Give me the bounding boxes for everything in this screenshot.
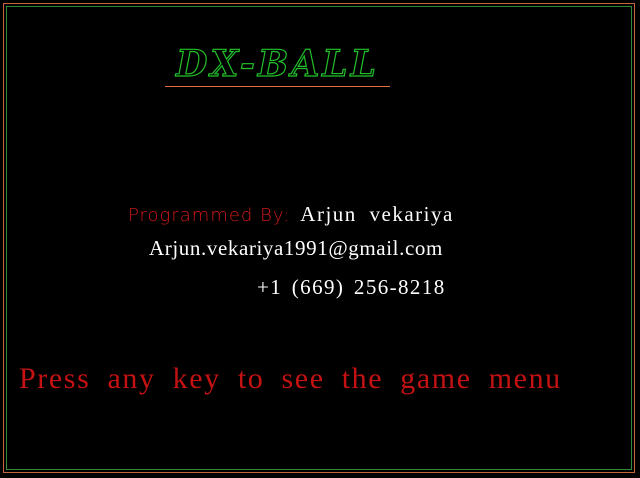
credit-row: Programmed By: Arjun vekariya [128, 202, 454, 230]
credit-label: Programmed By: [128, 205, 291, 226]
game-title: DX-BALL [175, 43, 379, 85]
author-email: Arjun.vekariya1991@gmail.com [149, 236, 443, 260]
author-name: Arjun vekariya [300, 202, 454, 226]
title-underline [165, 86, 390, 87]
press-any-key-prompt[interactable]: Press any key to see the game menu [19, 362, 625, 396]
author-phone: +1 (669) 256-8218 [257, 275, 446, 299]
